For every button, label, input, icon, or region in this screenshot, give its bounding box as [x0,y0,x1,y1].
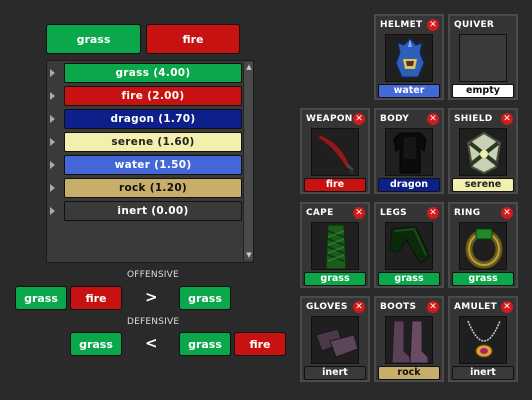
empty-slot-icon [459,34,507,82]
defensive-left-grass[interactable]: grass [70,332,122,356]
slot-name: WEAPON [306,114,353,124]
slot-name: LEGS [380,208,407,218]
offensive-right-grass[interactable]: grass [179,286,231,310]
element-bar[interactable]: grass (4.00) [64,63,242,83]
slot-element-tag: dragon [378,178,440,192]
element-row-serene[interactable]: serene (1.60) [50,132,242,152]
defensive-operator: < [145,334,158,352]
offensive-left-fire[interactable]: fire [70,286,122,310]
sword-icon [311,128,359,176]
offensive-left-grass[interactable]: grass [15,286,67,310]
legs-icon [385,222,433,270]
element-bar[interactable]: fire (2.00) [64,86,242,106]
close-icon[interactable]: ✕ [427,301,439,313]
element-row-fire[interactable]: fire (2.00) [50,86,242,106]
type-button-grass[interactable]: grass [46,24,141,54]
close-icon[interactable]: ✕ [353,301,365,313]
amulet-icon [459,316,507,364]
defensive-right-fire[interactable]: fire [234,332,286,356]
expand-arrow-icon[interactable] [50,207,55,215]
type-button-fire[interactable]: fire [146,24,240,54]
element-row-grass[interactable]: grass (4.00) [50,63,242,83]
close-icon[interactable]: ✕ [427,207,439,219]
slot-name: GLOVES [306,302,348,312]
defensive-right-grass[interactable]: grass [179,332,231,356]
element-row-dragon[interactable]: dragon (1.70) [50,109,242,129]
slot-element-tag: water [378,84,440,98]
close-icon[interactable]: ✕ [501,207,513,219]
slot-helmet[interactable]: HELMET ✕ water [374,14,444,100]
defensive-label: DEFENSIVE [127,317,180,327]
slot-boots[interactable]: BOOTS ✕ rock [374,296,444,382]
ring-icon [459,222,507,270]
offensive-operator: > [145,288,158,306]
close-icon[interactable]: ✕ [501,113,513,125]
slot-name: QUIVER [454,20,495,30]
cape-icon [311,222,359,270]
element-bar[interactable]: water (1.50) [64,155,242,175]
close-icon[interactable]: ✕ [353,207,365,219]
slot-ring[interactable]: RING ✕ grass [448,202,518,288]
body-armor-icon [385,128,433,176]
boots-icon [385,316,433,364]
slot-element-tag: grass [452,272,514,286]
slot-shield[interactable]: SHIELD ✕ serene [448,108,518,194]
slot-element-tag: inert [452,366,514,380]
slot-amulet[interactable]: AMULET ✕ inert [448,296,518,382]
slot-element-tag: fire [304,178,366,192]
close-icon[interactable]: ✕ [427,113,439,125]
slot-element-tag: inert [304,366,366,380]
slot-element-tag: grass [304,272,366,286]
expand-arrow-icon[interactable] [50,69,55,77]
list-scrollbar[interactable]: ▲ ▼ [243,62,253,260]
expand-arrow-icon[interactable] [50,138,55,146]
slot-name: RING [454,208,481,218]
slot-name: AMULET [454,302,498,312]
slot-name: HELMET [380,20,423,30]
element-row-rock[interactable]: rock (1.20) [50,178,242,198]
helmet-icon [385,34,433,82]
shield-icon [459,128,507,176]
slot-element-tag: grass [378,272,440,286]
slot-name: SHIELD [454,114,493,124]
slot-weapon[interactable]: WEAPON ✕ fire [300,108,370,194]
element-row-inert[interactable]: inert (0.00) [50,201,242,221]
close-icon[interactable]: ✕ [353,113,365,125]
expand-arrow-icon[interactable] [50,92,55,100]
slot-gloves[interactable]: GLOVES ✕ inert [300,296,370,382]
close-icon[interactable]: ✕ [427,19,439,31]
element-row-water[interactable]: water (1.50) [50,155,242,175]
slot-quiver[interactable]: QUIVER empty [448,14,518,100]
slot-name: CAPE [306,208,334,218]
slot-name: BOOTS [380,302,417,312]
gloves-icon [311,316,359,364]
slot-name: BODY [380,114,410,124]
slot-body[interactable]: BODY ✕ dragon [374,108,444,194]
slot-legs[interactable]: LEGS ✕ grass [374,202,444,288]
expand-arrow-icon[interactable] [50,161,55,169]
slot-element-tag: rock [378,366,440,380]
slot-element-tag: empty [452,84,514,98]
element-bar[interactable]: inert (0.00) [64,201,242,221]
offensive-label: OFFENSIVE [127,270,179,280]
scroll-down-icon[interactable]: ▼ [244,250,254,260]
expand-arrow-icon[interactable] [50,115,55,123]
close-icon[interactable]: ✕ [501,301,513,313]
expand-arrow-icon[interactable] [50,184,55,192]
element-bar[interactable]: dragon (1.70) [64,109,242,129]
element-bar[interactable]: rock (1.20) [64,178,242,198]
scroll-up-icon[interactable]: ▲ [244,62,254,72]
slot-element-tag: serene [452,178,514,192]
element-bar[interactable]: serene (1.60) [64,132,242,152]
slot-cape[interactable]: CAPE ✕ grass [300,202,370,288]
